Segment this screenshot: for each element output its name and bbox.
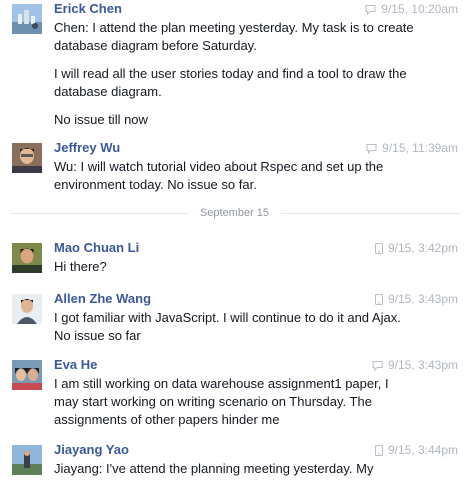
- timestamp[interactable]: 9/15, 10:20am: [381, 2, 458, 16]
- message-item: Eva He 9/15, 3:43pm I am still working o…: [0, 356, 469, 436]
- message-text: No issue till now: [54, 112, 148, 127]
- message-meta: 9/15, 3:42pm: [374, 241, 458, 256]
- author-name[interactable]: Eva He: [54, 356, 97, 373]
- author-name[interactable]: Jeffrey Wu: [54, 139, 120, 156]
- date-divider-label: September 15: [199, 207, 270, 219]
- avatar[interactable]: [12, 360, 42, 390]
- chat-bubble-icon: [366, 144, 377, 154]
- message-meta: 9/15, 3:43pm: [372, 358, 458, 373]
- message-meta: 9/15, 3:43pm: [374, 292, 458, 307]
- message-meta: 9/15, 10:20am: [365, 2, 458, 17]
- author-name[interactable]: Jiayang Yao: [54, 441, 129, 458]
- message-text: Wu: I will watch tutorial video about Rs…: [54, 159, 384, 192]
- avatar[interactable]: [12, 243, 42, 273]
- mobile-phone-icon: [374, 445, 383, 456]
- message-text: Jiayang: I've attend the planning meetin…: [54, 461, 374, 476]
- message-text: I will read all the user stories today a…: [54, 66, 407, 99]
- message-text: Chen: I attend the plan meeting yesterda…: [54, 20, 414, 53]
- mobile-phone-icon: [374, 294, 383, 305]
- avatar[interactable]: [12, 445, 42, 475]
- author-name[interactable]: Erick Chen: [54, 0, 122, 17]
- avatar[interactable]: [12, 294, 42, 324]
- timestamp[interactable]: 9/15, 11:39am: [382, 141, 458, 155]
- divider-line: [281, 213, 460, 214]
- message-body: Chen: I attend the plan meeting yesterda…: [54, 19, 420, 139]
- message-body: I got familiar with JavaScript. I will c…: [54, 309, 420, 355]
- message-item: Erick Chen 9/15, 10:20am Chen: I attend …: [0, 0, 469, 130]
- mobile-phone-icon: [374, 243, 383, 254]
- timestamp[interactable]: 9/15, 3:42pm: [388, 241, 458, 255]
- timestamp[interactable]: 9/15, 3:43pm: [388, 358, 458, 372]
- message-body: Hi there?: [54, 258, 420, 286]
- message-item: Jiayang Yao 9/15, 3:44pm Jiayang: I've a…: [0, 441, 469, 480]
- avatar[interactable]: [12, 4, 42, 34]
- message-item: Jeffrey Wu 9/15, 11:39am Wu: I will watc…: [0, 139, 469, 199]
- message-item: Mao Chuan Li 9/15, 3:42pm Hi there?: [0, 239, 469, 283]
- message-text: I am still working on data warehouse ass…: [54, 376, 389, 427]
- author-name[interactable]: Mao Chuan Li: [54, 239, 139, 256]
- message-text: I got familiar with JavaScript. I will c…: [54, 310, 401, 343]
- chat-bubble-icon: [365, 5, 376, 15]
- message-item: Allen Zhe Wang 9/15, 3:43pm I got famili…: [0, 290, 469, 352]
- message-meta: 9/15, 11:39am: [366, 141, 458, 156]
- chat-bubble-icon: [372, 361, 383, 371]
- message-body: Jiayang: I've attend the planning meetin…: [54, 460, 420, 480]
- message-text: Hi there?: [54, 259, 107, 274]
- avatar[interactable]: [12, 143, 42, 173]
- message-body: I am still working on data warehouse ass…: [54, 375, 414, 439]
- message-feed: Erick Chen 9/15, 10:20am Chen: I attend …: [0, 0, 469, 480]
- timestamp[interactable]: 9/15, 3:43pm: [388, 292, 458, 306]
- date-divider: September 15: [10, 206, 460, 220]
- message-meta: 9/15, 3:44pm: [374, 443, 458, 458]
- divider-line: [10, 213, 188, 214]
- author-name[interactable]: Allen Zhe Wang: [54, 290, 151, 307]
- timestamp[interactable]: 9/15, 3:44pm: [388, 443, 458, 457]
- message-body: Wu: I will watch tutorial video about Rs…: [54, 158, 420, 204]
